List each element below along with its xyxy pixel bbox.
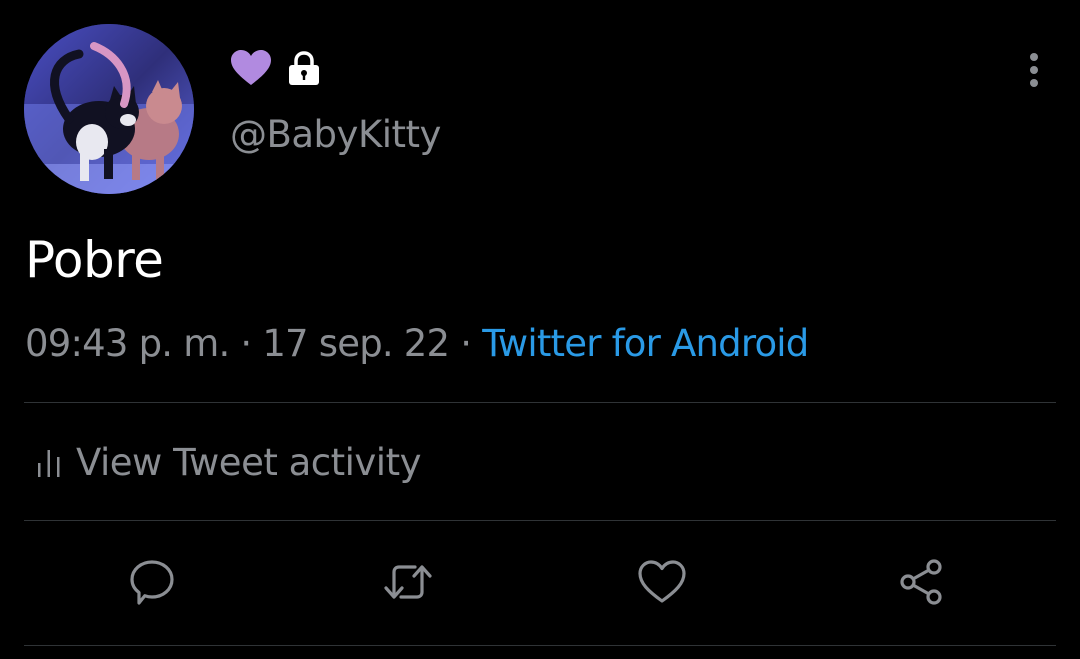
divider	[24, 402, 1056, 403]
purple-heart-icon	[230, 49, 272, 91]
meta-separator: ·	[240, 322, 252, 365]
like-button[interactable]	[636, 556, 688, 608]
share-button[interactable]	[896, 556, 948, 608]
tweet-date: 17 sep. 22	[262, 322, 450, 365]
tweet-source-link[interactable]: Twitter for Android	[482, 322, 809, 365]
view-tweet-activity-label: View Tweet activity	[76, 441, 421, 484]
heart-icon	[638, 560, 686, 603]
retweet-icon	[384, 565, 432, 599]
more-options-button[interactable]	[1014, 50, 1054, 90]
avatar[interactable]	[24, 24, 194, 194]
more-vertical-icon	[1030, 53, 1038, 87]
user-handle[interactable]: @BabyKitty	[230, 112, 441, 158]
avatar-image	[24, 24, 194, 194]
tweet-time: 09:43 p. m.	[25, 322, 230, 365]
meta-separator: ·	[460, 322, 472, 365]
tweet-text: Pobre	[25, 231, 164, 289]
divider	[24, 520, 1056, 521]
share-icon	[900, 559, 942, 605]
lock-icon	[286, 50, 322, 90]
tweet-meta: 09:43 p. m. · 17 sep. 22 · Twitter for A…	[25, 320, 809, 368]
reply-icon	[130, 560, 174, 605]
divider	[24, 645, 1056, 646]
bar-chart-icon	[38, 450, 60, 477]
reply-button[interactable]	[126, 556, 178, 608]
view-tweet-activity-button[interactable]: View Tweet activity	[36, 440, 421, 486]
retweet-button[interactable]	[382, 556, 434, 608]
display-name	[230, 50, 322, 90]
